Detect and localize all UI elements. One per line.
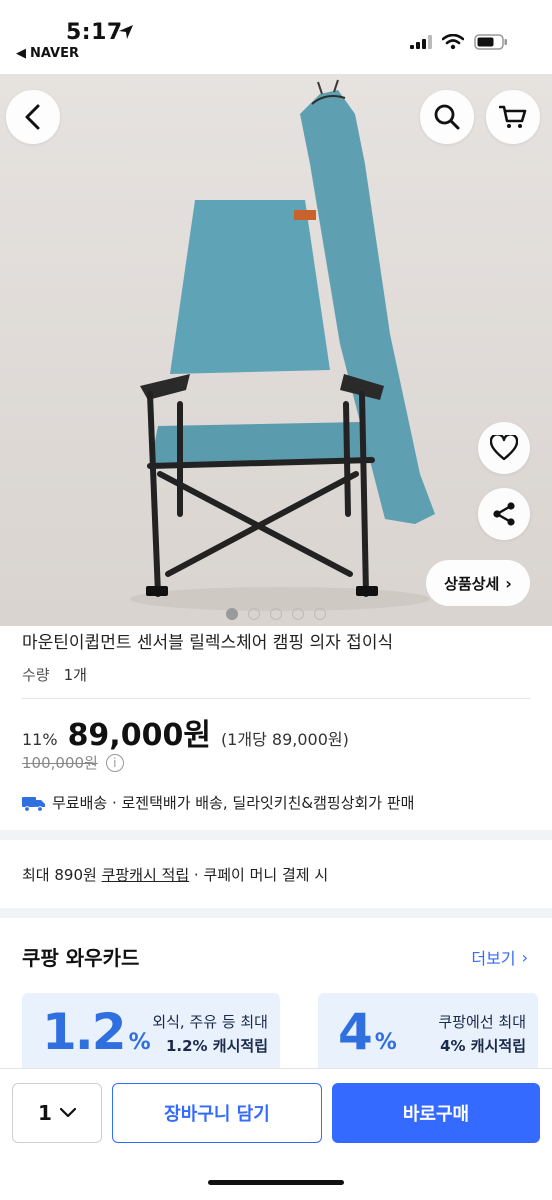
status-bar: 5:17 ◀ NAVER <box>0 0 552 74</box>
back-button[interactable] <box>6 90 60 144</box>
chevron-right-icon: › <box>521 947 528 967</box>
sale-price: 89,000원 <box>67 718 211 753</box>
more-label: 더보기 <box>471 949 516 968</box>
add-to-cart-button[interactable]: 장바구니 담기 <box>112 1083 322 1143</box>
product-title: 마운틴이큅먼트 센서블 릴렉스체어 캠핑 의자 접이식 <box>22 633 394 653</box>
carousel-dot[interactable] <box>314 608 326 620</box>
chevron-left-icon <box>25 104 40 130</box>
quantity-select-value: 1 <box>38 1101 52 1125</box>
benefit-rate-number: 1.2 <box>42 1003 127 1061</box>
product-image-carousel[interactable]: 상품상세 › <box>0 74 552 626</box>
product-detail-button[interactable]: 상품상세 › <box>426 560 530 606</box>
wow-card-more-link[interactable]: 더보기 › <box>471 945 528 969</box>
divider <box>22 698 530 699</box>
quantity-select[interactable]: 1 <box>12 1083 102 1143</box>
info-icon[interactable]: i <box>105 753 124 772</box>
wow-card-benefit[interactable]: 4% 쿠팡에선 최대 4% 캐시적립 <box>318 993 538 1073</box>
cashback-row: 최대 890원 쿠팡캐시 적립 · 쿠페이 머니 결제 시 <box>22 864 328 885</box>
back-triangle-icon: ◀ <box>16 46 26 61</box>
original-price: 100,000원 <box>22 754 98 772</box>
benefit-text: 외식, 주유 등 최대 1.2% 캐시적립 <box>148 1010 268 1058</box>
original-price-row: 100,000원 i <box>22 752 124 773</box>
benefit-line: 외식, 주유 등 최대 <box>152 1013 268 1031</box>
wow-card-benefit[interactable]: 1.2% 외식, 주유 등 최대 1.2% 캐시적립 <box>22 993 280 1073</box>
status-icons <box>410 34 508 50</box>
carousel-dots <box>226 608 326 620</box>
chevron-right-icon: › <box>505 573 512 593</box>
quantity-label: 수량 <box>22 666 50 684</box>
chevron-down-icon <box>59 1108 76 1118</box>
product-photo <box>0 74 552 626</box>
benefit-rate: 1.2% <box>42 1003 151 1061</box>
benefit-rate-percent: % <box>128 1030 151 1055</box>
benefit-line: 4% 캐시적립 <box>440 1037 526 1055</box>
quantity-value: 1개 <box>63 666 87 684</box>
back-to-app-link[interactable]: ◀ NAVER <box>16 46 79 61</box>
section-divider <box>0 830 552 840</box>
cashback-prefix: 최대 890원 <box>22 866 102 884</box>
product-detail-label: 상품상세 <box>444 574 500 593</box>
home-indicator <box>208 1180 344 1185</box>
discount-rate: 11% <box>22 730 58 749</box>
shipping-text: 무료배송 · 로젠택배가 배송, 딜라잇키친&캠핑상회가 판매 <box>52 794 415 812</box>
cashback-suffix: · 쿠페이 머니 결제 시 <box>189 866 329 884</box>
coupang-cash-link[interactable]: 쿠팡캐시 적립 <box>102 866 190 884</box>
battery-icon <box>474 34 507 50</box>
quantity-row: 수량 1개 <box>22 664 87 685</box>
search-button[interactable] <box>420 90 474 144</box>
cart-icon <box>499 105 527 128</box>
carousel-dot[interactable] <box>248 608 260 620</box>
search-icon <box>434 104 460 130</box>
heart-icon <box>490 435 518 461</box>
unit-price: (1개당 89,000원) <box>220 730 349 749</box>
carousel-dot[interactable] <box>270 608 282 620</box>
section-divider <box>0 908 552 918</box>
carousel-dot[interactable] <box>292 608 304 620</box>
wow-card-title: 쿠팡 와우카드 <box>22 946 140 970</box>
benefit-rate-percent: % <box>374 1030 397 1055</box>
shipping-row: 무료배송 · 로젠택배가 배송, 딜라잇키친&캠핑상회가 판매 <box>22 792 414 813</box>
status-time: 5:17 <box>66 20 123 45</box>
signal-icon <box>410 35 432 49</box>
benefit-line: 쿠팡에선 최대 <box>438 1013 526 1031</box>
back-app-label: NAVER <box>30 46 80 61</box>
benefit-text: 쿠팡에선 최대 4% 캐시적립 <box>414 1010 526 1058</box>
benefit-line: 1.2% 캐시적립 <box>165 1037 268 1055</box>
benefit-rate: 4% <box>338 1003 397 1061</box>
carousel-dot[interactable] <box>226 608 238 620</box>
wifi-icon <box>442 34 464 50</box>
location-arrow-icon <box>119 25 133 39</box>
cart-button[interactable] <box>486 90 540 144</box>
benefit-rate-number: 4 <box>338 1003 373 1061</box>
share-button[interactable] <box>478 488 530 540</box>
share-icon <box>493 502 515 526</box>
buy-now-button[interactable]: 바로구매 <box>332 1083 540 1143</box>
price-row: 11% 89,000원 (1개당 89,000원) <box>22 710 349 754</box>
wishlist-button[interactable] <box>478 422 530 474</box>
delivery-truck-icon <box>22 796 45 812</box>
